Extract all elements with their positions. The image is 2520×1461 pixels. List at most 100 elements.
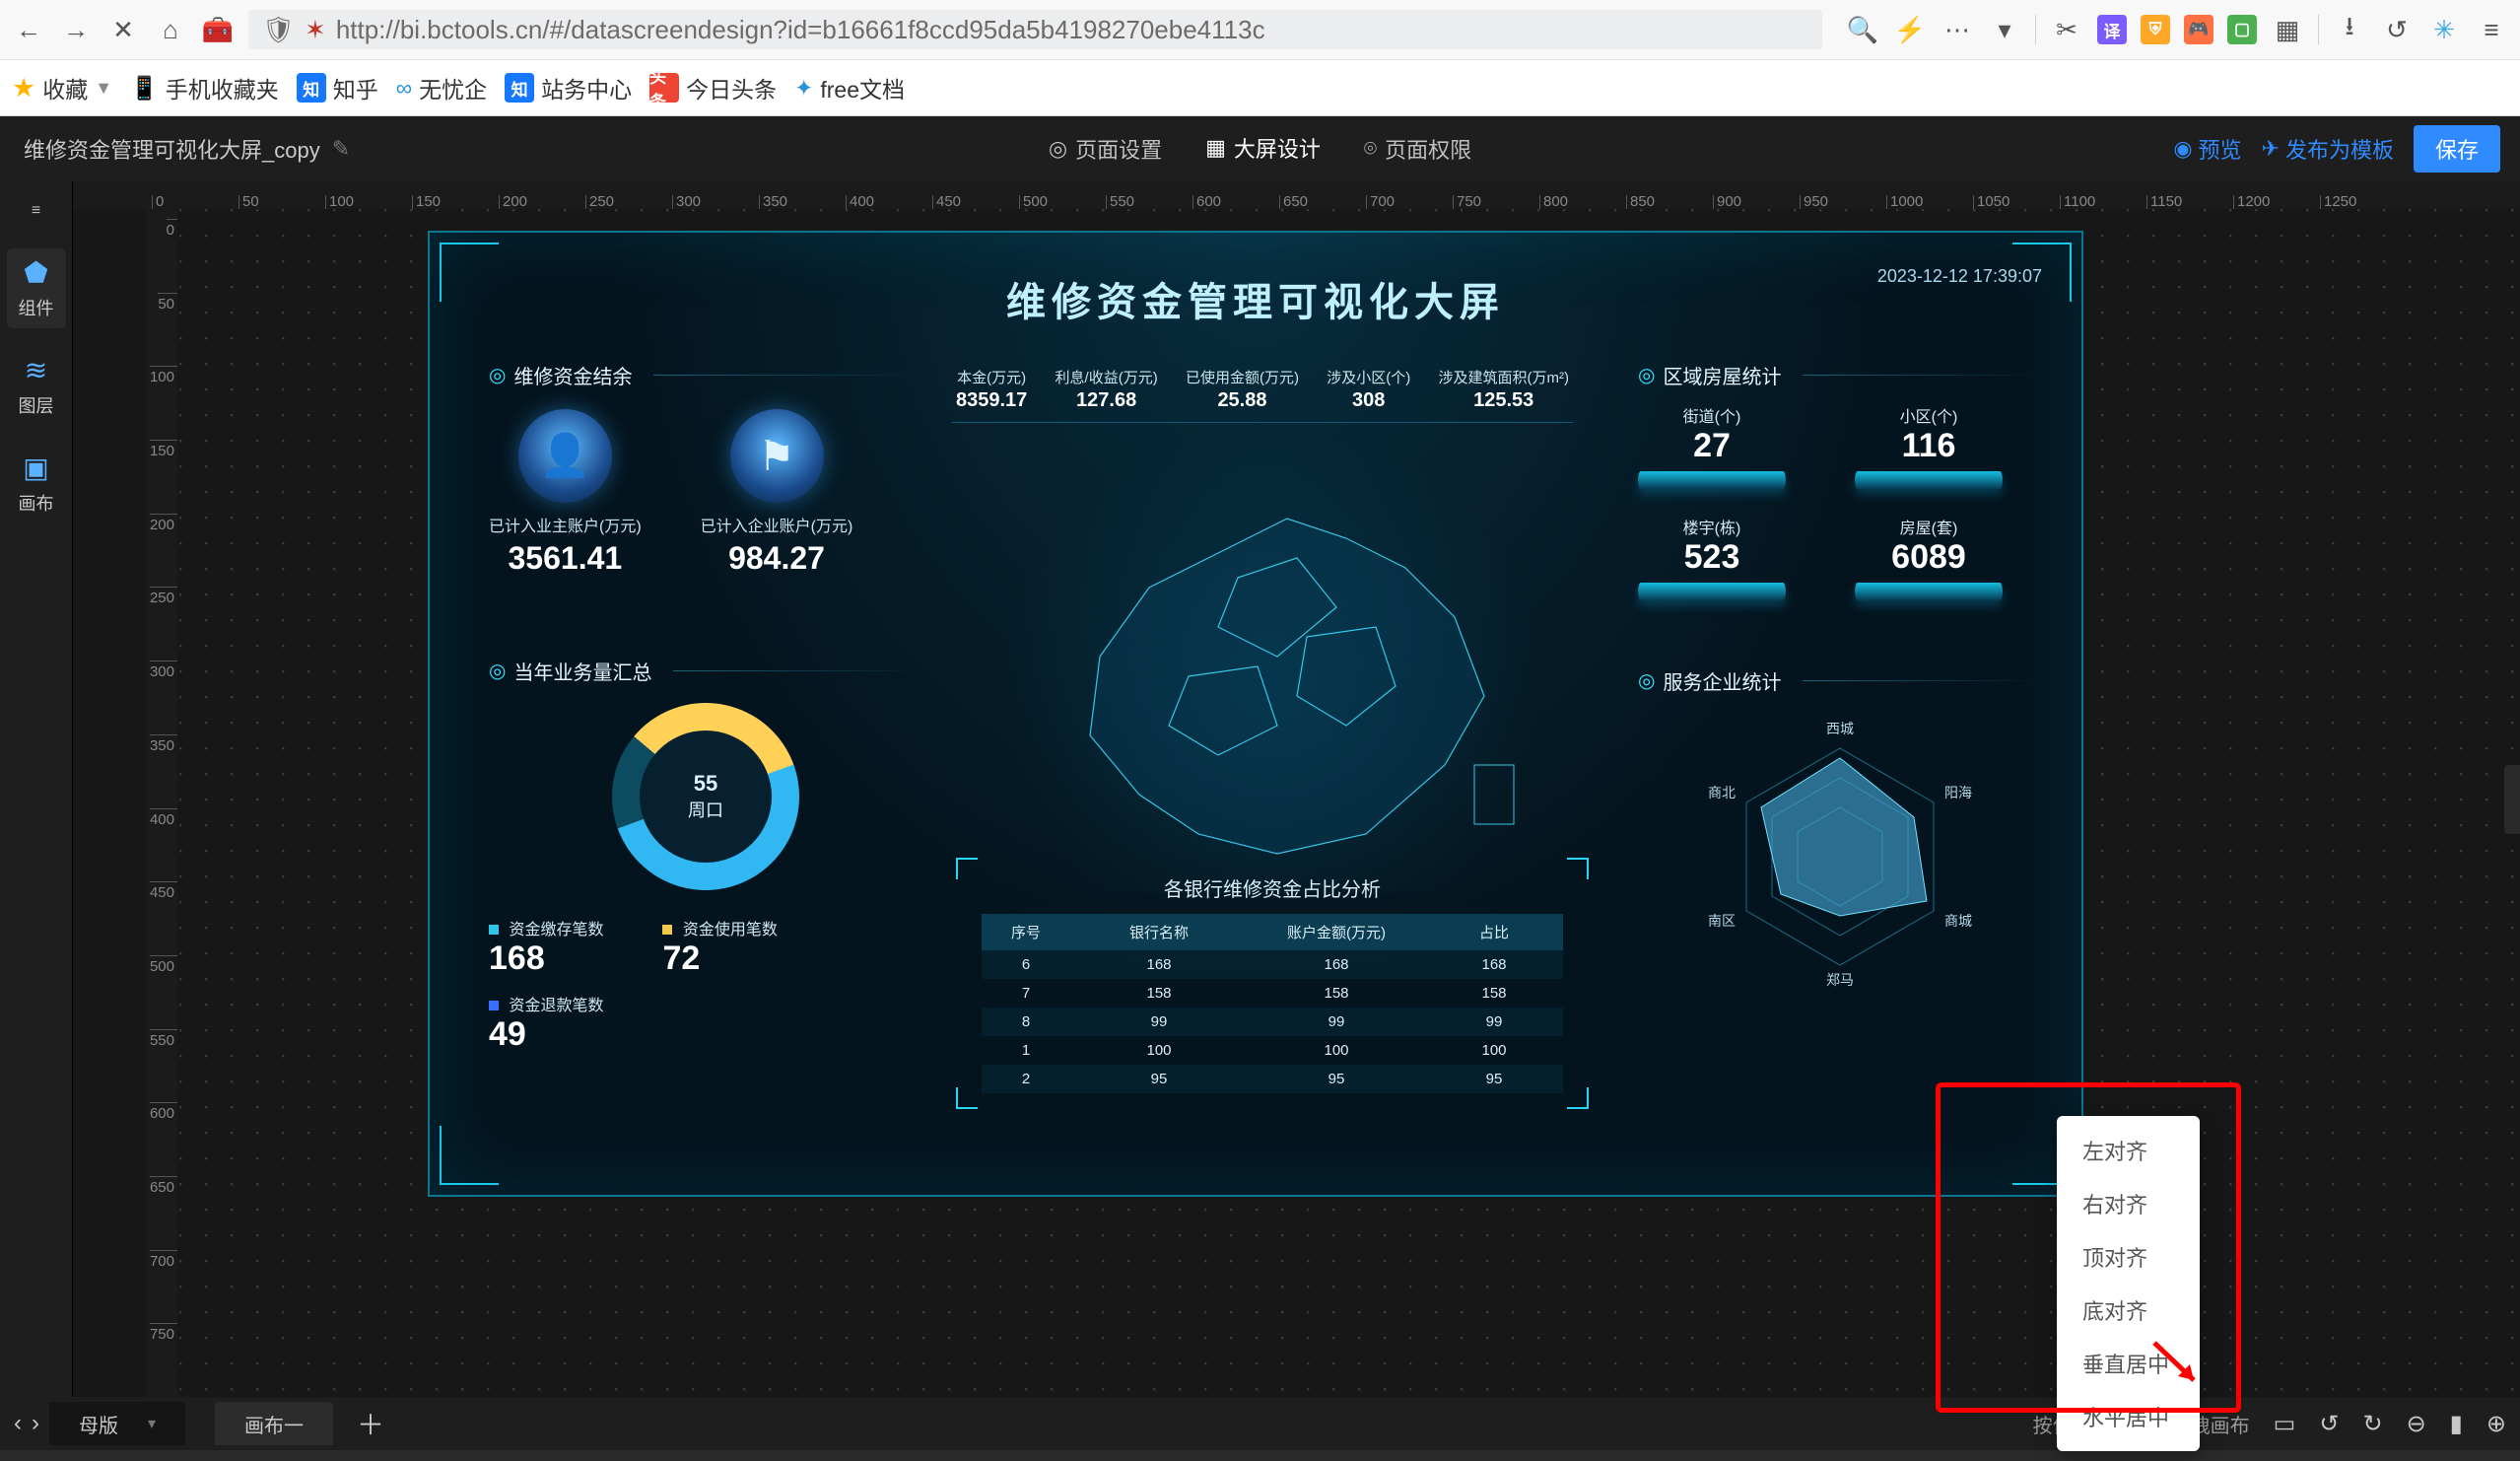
undo-circle-icon[interactable]: ↺ [2380, 13, 2414, 46]
bookmark-zhihu[interactable]: 知 知乎 [297, 71, 378, 104]
preview-link[interactable]: ◉ 预览 [2173, 133, 2241, 165]
table-cell: 100 [1248, 1042, 1425, 1059]
bookmark-label: 知乎 [333, 71, 378, 104]
chevron-left-icon[interactable]: ‹ [14, 1410, 22, 1437]
dashboard[interactable]: 维修资金管理可视化大屏 2023-12-12 17:39:07 维修资金结余 👤… [428, 231, 2083, 1197]
shield-ext-icon[interactable]: ⛨ [2141, 15, 2170, 44]
infinity-icon: ∞ [396, 75, 412, 102]
more-icon[interactable]: ⋯ [1941, 13, 1974, 46]
hamburger-icon[interactable]: ≡ [2475, 13, 2508, 46]
nav-forward-icon[interactable]: → [59, 13, 93, 46]
rail-layers[interactable]: ≋ 图层 [7, 346, 66, 426]
tab-design[interactable]: ▦ 大屏设计 [1199, 114, 1327, 184]
sync-icon[interactable]: ✳ [2427, 13, 2461, 46]
zoom-icon[interactable]: 🔍 [1846, 13, 1879, 46]
download-icon[interactable]: ⭳ [2333, 13, 2366, 46]
kpi-card: 街道(个) 27 [1638, 403, 1786, 489]
translate-ext-icon[interactable]: 译 [2097, 15, 2127, 44]
status-bar-left: ‹ › 母版 ▾ 画布一 ＋ [14, 1402, 384, 1445]
pencil-icon[interactable]: ✎ [332, 136, 350, 162]
table-row: 1100100100 [982, 1036, 1563, 1065]
tab-page-settings[interactable]: ◎ 页面设置 [1043, 114, 1168, 184]
browser-toolbar: ← → ✕ ⌂ 🧰 🛡 ✶ http://bi.bctools.cn/#/dat… [0, 0, 2520, 59]
redo-icon[interactable]: ↻ [2362, 1410, 2382, 1438]
right-panel-handle[interactable] [2504, 765, 2520, 834]
metric-label: 资金退款笔数 [509, 998, 603, 1014]
address-bar[interactable]: 🛡 ✶ http://bi.bctools.cn/#/datascreendes… [248, 10, 1822, 49]
kpi-card: 房屋(套) 6089 [1855, 515, 2003, 600]
align-popover-button[interactable]: ▭ [2274, 1410, 2296, 1438]
bookmark-zhanzhong[interactable]: 知 站务中心 [505, 71, 632, 104]
bookmark-toutiao[interactable]: 头条 今日头条 [649, 71, 777, 104]
panel-biz-summary: 当年业务量汇总 55 周口 资金缴存笔数 168 [489, 657, 922, 1054]
add-canvas-button[interactable]: ＋ [357, 1404, 384, 1443]
table-cell: 95 [1070, 1071, 1248, 1087]
metric-value: 8359.17 [956, 389, 1027, 412]
mode-tabs: ◎ 页面设置 ▦ 大屏设计 ⌾ 页面权限 [1043, 114, 1477, 184]
tab-permissions[interactable]: ⌾ 页面权限 [1358, 114, 1477, 184]
table-column-header: 占比 [1425, 922, 1563, 942]
undo-icon[interactable]: ↺ [2319, 1410, 2339, 1438]
document-title: 维修资金管理可视化大屏_copy ✎ [0, 133, 374, 165]
table-cell: 2 [982, 1071, 1070, 1087]
diamond-icon: ✦ [794, 75, 813, 102]
tab-master[interactable]: 母版 ▾ [49, 1402, 185, 1445]
frame-corner [1567, 1087, 1589, 1109]
chevron-right-icon[interactable]: › [32, 1410, 39, 1437]
table-cell: 8 [982, 1013, 1070, 1030]
briefcase-icon[interactable]: 🧰 [201, 13, 235, 46]
bookmark-mobile[interactable]: 📱 手机收藏夹 [130, 71, 279, 104]
center-stat: 涉及小区(个)308 [1327, 367, 1410, 412]
metric-label: 涉及建筑面积(万m²) [1438, 367, 1568, 387]
align-bottom-item[interactable]: 底对齐 [2057, 1284, 2200, 1337]
align-right-item[interactable]: 右对齐 [2057, 1177, 2200, 1230]
scissors-icon[interactable]: ✂ [2050, 13, 2083, 46]
metric-value: 125.53 [1438, 389, 1568, 412]
star-icon: ★ [12, 73, 35, 104]
align-menu: 左对齐 右对齐 顶对齐 底对齐 垂直居中 水平居中 [2057, 1116, 2200, 1451]
bookmark-freedoc[interactable]: ✦ free文档 [794, 71, 905, 104]
bookmark-favorites[interactable]: ★ 收藏 ▼ [12, 71, 112, 104]
nav-back-icon[interactable]: ← [12, 13, 45, 46]
rail-label: 图层 [19, 392, 54, 418]
table-cell: 168 [1070, 956, 1248, 973]
frame-corner [1567, 858, 1589, 879]
align-vcenter-item[interactable]: 垂直居中 [2057, 1337, 2200, 1390]
phone-icon: 📱 [130, 75, 159, 102]
link-label: 预览 [2199, 133, 2242, 165]
metric-label: 资金缴存笔数 [509, 922, 603, 939]
align-hcenter-item[interactable]: 水平居中 [2057, 1390, 2200, 1443]
kpi-platform-icon [1855, 471, 2003, 489]
svg-text:郑马: 郑马 [1826, 972, 1854, 988]
canvas-icon: ▣ [23, 452, 48, 484]
zoom-slider[interactable]: ▮ [2450, 1410, 2463, 1438]
kpi-card: 楼宇(栋) 523 [1638, 515, 1786, 600]
nav-home-icon[interactable]: ⌂ [154, 13, 187, 46]
zoom-in-icon[interactable]: ⊕ [2486, 1410, 2506, 1438]
align-top-item[interactable]: 顶对齐 [2057, 1230, 2200, 1284]
table-row: 6168168168 [982, 950, 1563, 979]
book-ext-icon[interactable]: ▢ [2227, 15, 2257, 44]
nav-stop-icon[interactable]: ✕ [106, 13, 140, 46]
grid-ext-icon[interactable]: ▦ [2271, 13, 2304, 46]
align-left-item[interactable]: 左对齐 [2057, 1124, 2200, 1177]
bookmark-wuyou[interactable]: ∞ 无忧企 [396, 71, 487, 104]
shield-icon: 🛡 [262, 15, 295, 45]
layers-icon: ≋ [25, 354, 47, 386]
bolt-icon[interactable]: ⚡ [1893, 13, 1927, 46]
zoom-out-icon[interactable]: ⊖ [2407, 1410, 2426, 1438]
chevron-down-icon[interactable]: ▾ [1988, 13, 2021, 46]
bookmark-label: 无忧企 [419, 71, 487, 104]
metric-value: 72 [662, 939, 777, 978]
publish-template-link[interactable]: ✈ 发布为模板 [2262, 133, 2394, 165]
tab-canvas-one[interactable]: 画布一 [215, 1402, 333, 1445]
table-cell: 6 [982, 956, 1070, 973]
rail-menu-icon[interactable]: ≡ [17, 191, 56, 231]
rail-components[interactable]: ⬟ 组件 [7, 248, 66, 328]
game-ext-icon[interactable]: 🎮 [2184, 15, 2214, 44]
rail-canvas[interactable]: ▣ 画布 [7, 444, 66, 523]
person-icon: ⌾ [1364, 136, 1377, 162]
save-button[interactable]: 保存 [2414, 125, 2500, 173]
chevron-down-icon: ▾ [148, 1414, 156, 1433]
user-icon: 👤 [518, 409, 612, 503]
